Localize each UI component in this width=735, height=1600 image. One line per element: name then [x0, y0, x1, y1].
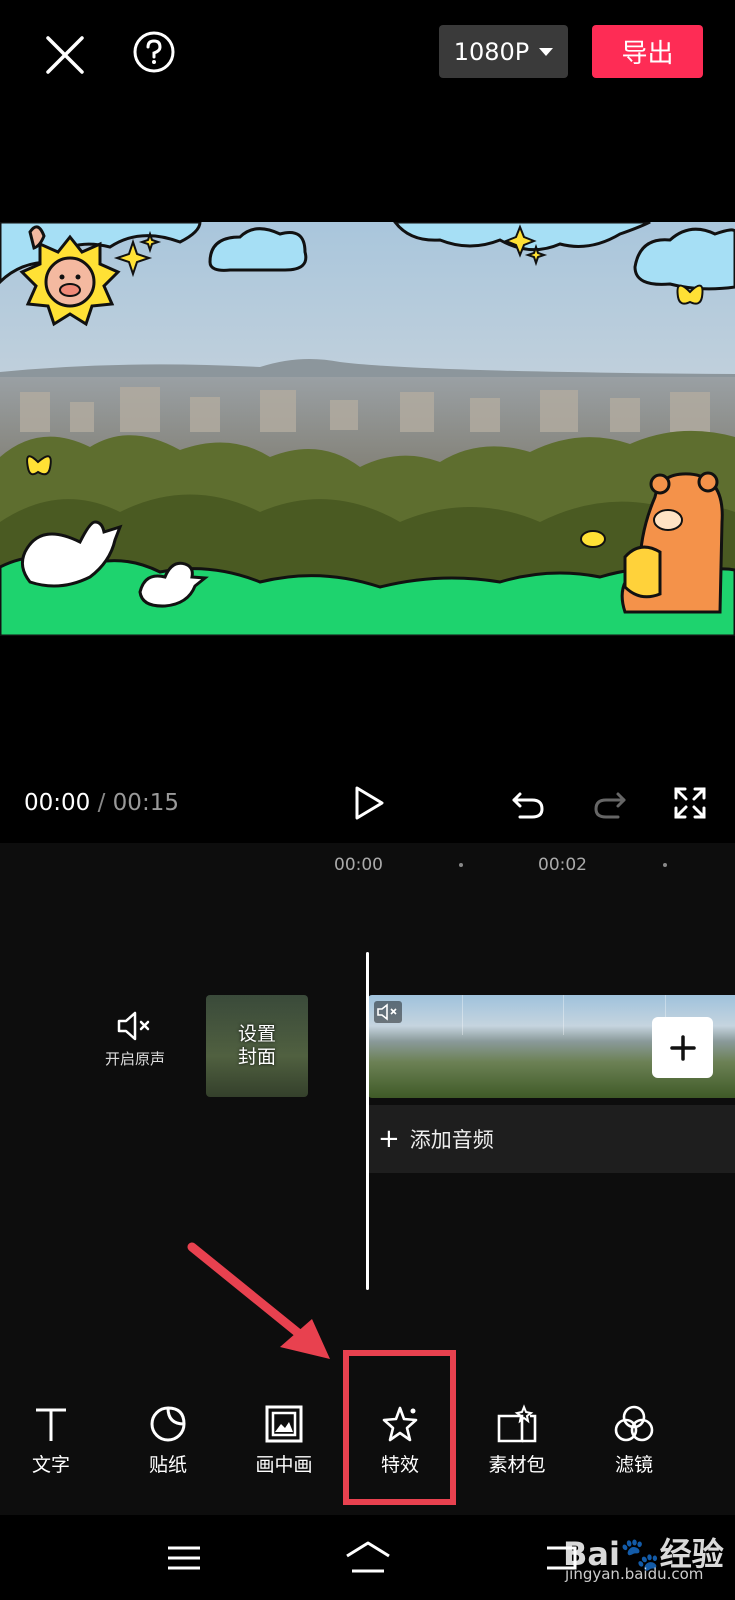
- resolution-label: 1080P: [453, 37, 530, 66]
- picture-in-picture-icon: [265, 1405, 303, 1443]
- clip-muted-icon: [374, 1001, 402, 1023]
- ruler-time-1: 00:02: [538, 855, 587, 875]
- top-bar: 1080P 导出: [0, 0, 735, 220]
- current-time: 00:00: [24, 790, 91, 816]
- original-sound-label: 开启原声: [104, 1050, 165, 1068]
- playhead[interactable]: [366, 952, 369, 1290]
- plus-icon: [669, 1034, 696, 1061]
- export-button[interactable]: 导出: [592, 25, 703, 78]
- frame-divider: [563, 995, 564, 1035]
- cover-label-line1: 设置: [237, 1023, 276, 1045]
- close-icon[interactable]: [40, 30, 90, 80]
- add-audio-button[interactable]: + 添加音频: [368, 1105, 735, 1173]
- menu-icon[interactable]: [166, 1544, 202, 1572]
- tool-label: 贴纸: [148, 1454, 187, 1476]
- ruler-tick: [459, 863, 463, 867]
- time-separator: /: [97, 790, 106, 816]
- filter-icon: [614, 1405, 654, 1442]
- time-display: 00:00 / 00:15: [24, 790, 179, 816]
- original-sound-toggle[interactable]: 开启原声: [95, 1010, 175, 1069]
- material-pack-icon: [497, 1404, 537, 1443]
- home-icon[interactable]: [344, 1540, 392, 1574]
- tool-label: 素材包: [488, 1454, 546, 1476]
- annotation-arrow: [187, 1242, 330, 1359]
- watermark-url: jingyan.baidu.com: [565, 1565, 704, 1583]
- cover-label-line2: 封面: [237, 1046, 276, 1068]
- baidu-watermark: Bai🐾经验 jingyan.baidu.com: [563, 1523, 733, 1583]
- tool-label: 画中画: [255, 1454, 313, 1476]
- set-cover-button[interactable]: 设置 封面: [206, 995, 308, 1097]
- frame-divider: [462, 995, 463, 1035]
- add-audio-label: 添加音频: [409, 1128, 494, 1152]
- fullscreen-icon[interactable]: [673, 786, 707, 820]
- sticker-icon: [150, 1406, 186, 1442]
- preview-scene: [0, 222, 735, 636]
- tool-picture-in-picture[interactable]: 画中画: [234, 1404, 334, 1477]
- tool-filter[interactable]: 滤镜: [584, 1404, 684, 1477]
- add-clip-button[interactable]: [652, 1017, 713, 1078]
- tool-sticker[interactable]: 贴纸: [118, 1404, 218, 1477]
- tool-text[interactable]: 文字: [1, 1404, 101, 1477]
- redo-icon[interactable]: [592, 786, 628, 820]
- annotation-highlight-box: [343, 1350, 456, 1505]
- ruler-time-0: 00:00: [334, 855, 383, 875]
- undo-icon[interactable]: [510, 786, 546, 820]
- text-icon: [36, 1408, 66, 1441]
- cover-label: 设置 封面: [206, 1023, 308, 1069]
- speaker-muted-icon: [117, 1011, 150, 1041]
- tool-label: 文字: [31, 1454, 70, 1476]
- tool-material-pack[interactable]: 素材包: [467, 1404, 567, 1477]
- ruler-tick: [663, 863, 667, 867]
- resolution-dropdown[interactable]: 1080P: [439, 25, 568, 78]
- video-preview[interactable]: [0, 222, 735, 636]
- plus-icon: +: [378, 1124, 400, 1154]
- play-icon[interactable]: [352, 785, 386, 821]
- tool-label: 滤镜: [614, 1454, 653, 1476]
- help-icon[interactable]: [132, 30, 176, 74]
- caret-down-icon: [539, 47, 554, 56]
- total-time: 00:15: [112, 790, 179, 816]
